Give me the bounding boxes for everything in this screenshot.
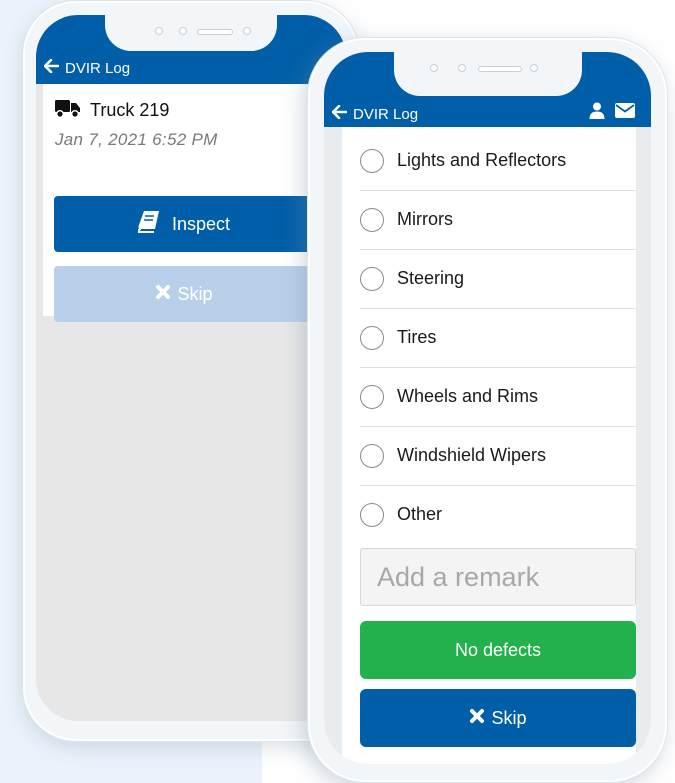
- checklist-item[interactable]: Mirrors: [360, 190, 636, 250]
- back-screen: DVIR Log Truck 219 Jan 7, 2021 6:52 PM I…: [36, 15, 346, 721]
- checklist-label: Steering: [397, 268, 465, 288]
- checklist-panel: Lights and Reflectors Mirrors Steering T…: [342, 127, 636, 764]
- inspection-date: Jan 7, 2021 6:52 PM: [55, 130, 218, 149]
- checklist-item[interactable]: Steering: [360, 249, 636, 309]
- phone-notch: [105, 15, 277, 51]
- arrow-left-icon: [43, 58, 60, 77]
- skip-label: Skip: [491, 707, 527, 728]
- arrow-left-icon: [331, 104, 348, 123]
- checklist-label: Other: [397, 504, 443, 524]
- skip-button[interactable]: Skip: [360, 689, 636, 747]
- vehicle-name: Truck 219: [90, 100, 170, 120]
- remark-input[interactable]: Add a remark: [360, 548, 636, 606]
- checklist-item[interactable]: Tires: [360, 308, 636, 368]
- checklist-item[interactable]: Wheels and Rims: [360, 367, 636, 427]
- vehicle-card: Truck 219 Jan 7, 2021 6:52 PM Inspect Sk…: [43, 84, 346, 322]
- checklist-label: Lights and Reflectors: [397, 150, 567, 170]
- checklist-label: Tires: [397, 327, 437, 347]
- user-icon[interactable]: [589, 102, 605, 124]
- checklist-item[interactable]: Lights and Reflectors: [360, 131, 636, 191]
- book-icon: [137, 210, 160, 239]
- no-defects-label: No defects: [454, 639, 542, 660]
- checklist-label: Mirrors: [397, 209, 453, 229]
- inspect-button[interactable]: Inspect: [54, 196, 314, 252]
- skip-label: Skip: [177, 283, 213, 304]
- radio-icon[interactable]: [360, 443, 384, 468]
- truck-icon: [55, 98, 81, 123]
- radio-icon[interactable]: [360, 325, 384, 350]
- radio-icon[interactable]: [360, 502, 384, 527]
- phone-front: DVIR Log Lights and Reflectors Mirrors S…: [307, 37, 668, 783]
- header-title: DVIR Log: [353, 105, 419, 123]
- radio-icon[interactable]: [360, 384, 384, 409]
- front-screen: DVIR Log Lights and Reflectors Mirrors S…: [324, 52, 651, 764]
- checklist-item[interactable]: Other: [360, 485, 636, 544]
- radio-icon[interactable]: [360, 207, 384, 232]
- checklist-label: Windshield Wipers: [397, 445, 547, 465]
- envelope-icon[interactable]: [615, 103, 635, 123]
- no-defects-button[interactable]: No defects: [360, 621, 636, 679]
- skip-button-disabled[interactable]: Skip: [54, 266, 314, 322]
- radio-icon[interactable]: [360, 266, 384, 291]
- checklist-item[interactable]: Windshield Wipers: [360, 426, 636, 486]
- back-link[interactable]: DVIR Log: [43, 58, 131, 77]
- back-link[interactable]: DVIR Log: [331, 104, 419, 123]
- checklist-label: Wheels and Rims: [397, 386, 539, 406]
- inspect-label: Inspect: [171, 213, 231, 234]
- header-title: DVIR Log: [65, 59, 131, 77]
- phone-notch: [393, 52, 582, 96]
- times-icon: [469, 708, 485, 729]
- radio-icon[interactable]: [360, 148, 384, 173]
- times-icon: [155, 284, 171, 305]
